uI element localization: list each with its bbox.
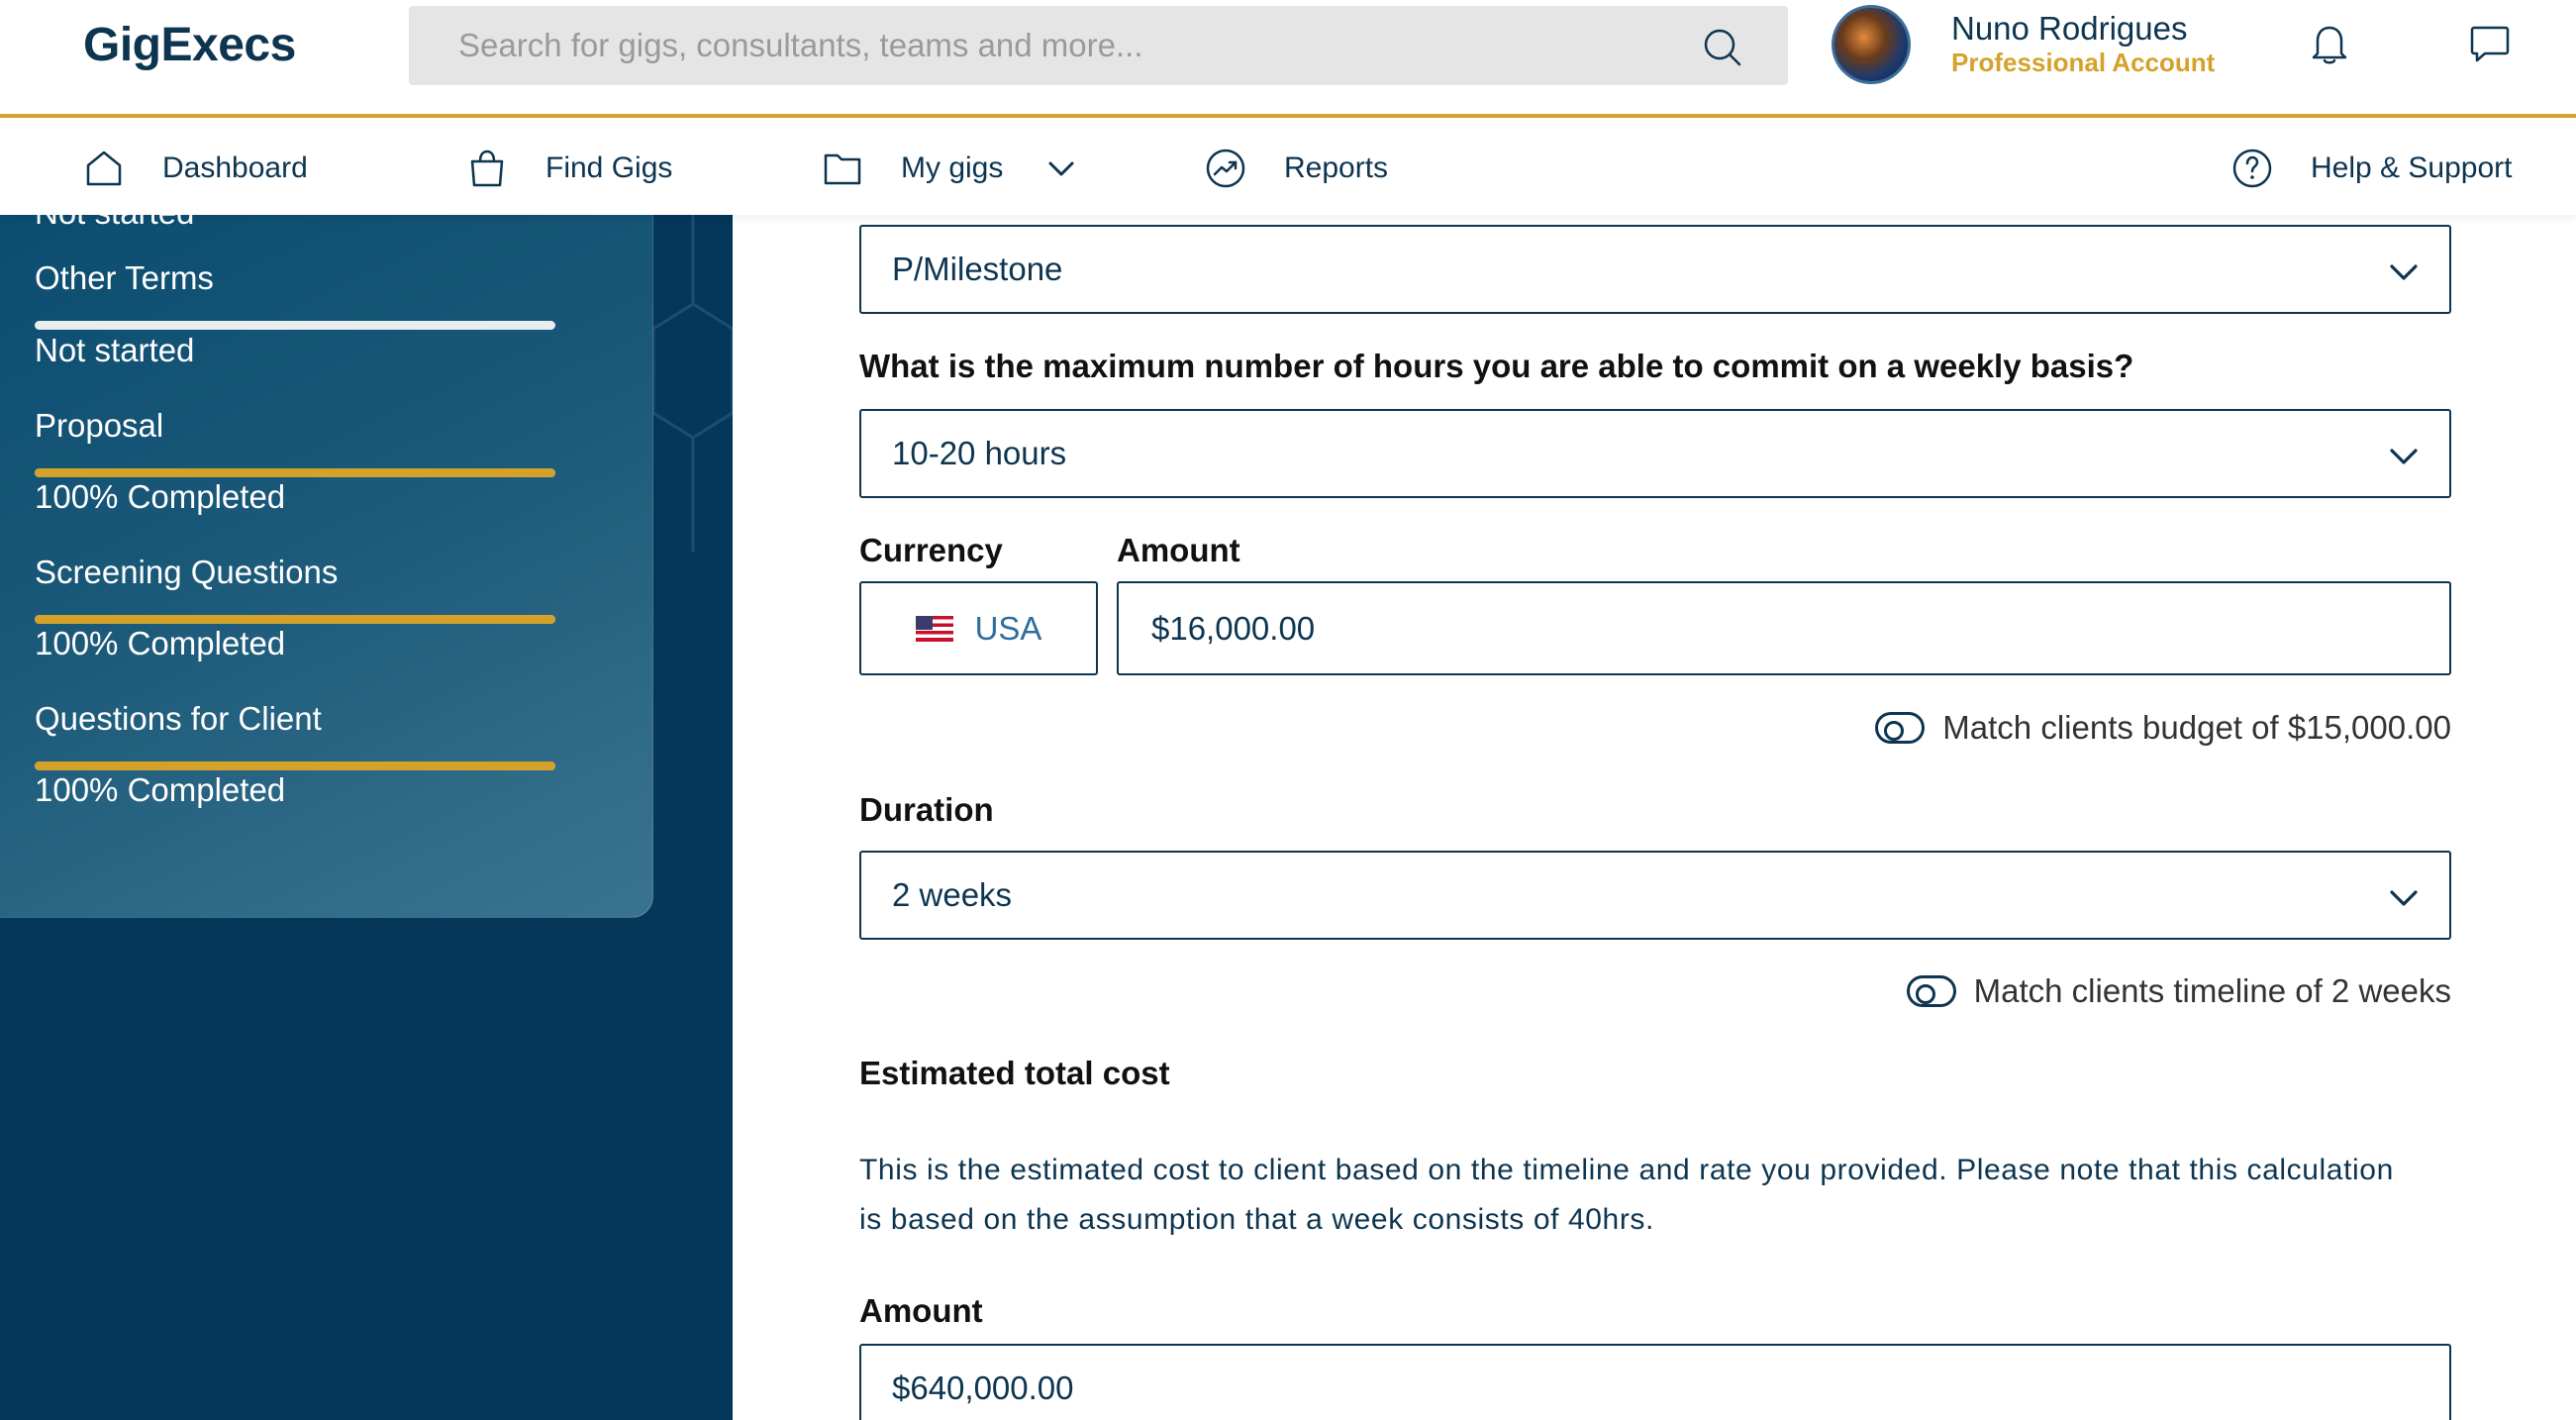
total-amount-value: $640,000.00 — [892, 1369, 1074, 1406]
progress-card: Not started Other Terms Not started Prop… — [0, 215, 653, 918]
step-title-questions-for-client[interactable]: Questions for Client — [35, 700, 322, 738]
step-status: 100% Completed — [35, 625, 286, 661]
home-icon — [86, 151, 122, 186]
currency-value: USA — [974, 609, 1042, 647]
progress-bar — [35, 615, 555, 624]
currency-label: Currency — [859, 532, 1003, 568]
trend-icon — [1206, 149, 1245, 188]
hours-select[interactable]: 10-20 hours — [859, 409, 2451, 498]
hours-value: 10-20 hours — [892, 435, 1067, 471]
step-status: Not started — [35, 215, 194, 232]
duration-select[interactable]: 2 weeks — [859, 851, 2451, 940]
nav-find-gigs[interactable]: Find Gigs — [466, 122, 672, 215]
proposal-form: P/Milestone What is the maximum number o… — [733, 215, 2576, 1420]
total-amount-label: Amount — [859, 1292, 983, 1329]
nav-dashboard[interactable]: Dashboard — [83, 122, 308, 215]
folder-icon — [824, 153, 861, 185]
amount-value: $16,000.00 — [1151, 609, 1316, 647]
app-logo[interactable]: GigExecs — [83, 18, 296, 72]
search-input[interactable] — [409, 6, 1788, 85]
step-title-screening-questions[interactable]: Screening Questions — [35, 554, 338, 591]
chevron-down-icon — [2390, 264, 2418, 280]
main-nav: Dashboard Find Gigs My gigs Reports Help — [0, 122, 2576, 215]
step-title-other-terms[interactable]: Other Terms — [35, 259, 214, 297]
sidebar: Not started Other Terms Not started Prop… — [0, 215, 733, 1420]
duration-value: 2 weeks — [892, 876, 1013, 913]
nav-dashboard-label: Dashboard — [162, 152, 308, 184]
hours-label: What is the maximum number of hours you … — [859, 348, 2134, 384]
amount-label: Amount — [1117, 532, 1240, 568]
search-bar[interactable] — [409, 6, 1788, 85]
total-amount-field[interactable]: $640,000.00 — [859, 1344, 2451, 1420]
bell-icon[interactable] — [2310, 22, 2349, 65]
avatar[interactable] — [1832, 5, 1911, 84]
payment-type-value: P/Milestone — [892, 251, 1063, 287]
user-name[interactable]: Nuno Rodrigues — [1951, 10, 2187, 48]
match-timeline-toggle-row[interactable]: Match clients timeline of 2 weeks — [1906, 972, 2451, 1010]
nav-help-support-label: Help & Support — [2311, 152, 2513, 184]
search-icon[interactable] — [1701, 26, 1742, 67]
currency-select[interactable]: USA — [859, 581, 1098, 675]
chat-icon[interactable] — [2469, 23, 2511, 64]
top-header: GigExecs Nuno Rodrigues Professional Acc… — [0, 0, 2576, 118]
step-title-proposal[interactable]: Proposal — [35, 407, 163, 445]
progress-bar — [35, 468, 555, 477]
estimated-cost-heading: Estimated total cost — [859, 1055, 1170, 1091]
us-flag-icon — [915, 615, 953, 642]
match-timeline-toggle[interactable] — [1906, 975, 1956, 1007]
payment-type-select[interactable]: P/Milestone — [859, 225, 2451, 314]
nav-reports-label: Reports — [1284, 152, 1389, 184]
nav-find-gigs-label: Find Gigs — [545, 152, 673, 184]
bag-icon — [470, 150, 504, 187]
amount-field[interactable]: $16,000.00 — [1117, 581, 2451, 675]
chevron-down-icon — [2390, 449, 2418, 464]
match-budget-toggle[interactable] — [1875, 712, 1926, 744]
user-role: Professional Account — [1951, 48, 2216, 77]
nav-my-gigs-label: My gigs — [901, 152, 1004, 184]
duration-label: Duration — [859, 791, 994, 828]
chevron-down-icon — [2390, 890, 2418, 906]
estimated-cost-description: This is the estimated cost to client bas… — [859, 1154, 2394, 1236]
step-status: 100% Completed — [35, 771, 286, 808]
match-timeline-label: Match clients timeline of 2 weeks — [1973, 972, 2451, 1009]
step-status: Not started — [35, 332, 195, 368]
match-budget-label: Match clients budget of $15,000.00 — [1942, 709, 2451, 746]
help-icon — [2232, 149, 2272, 188]
nav-help-support[interactable]: Help & Support — [2231, 122, 2512, 215]
progress-bar — [35, 321, 555, 330]
step-status: 100% Completed — [35, 478, 286, 515]
match-budget-toggle-row[interactable]: Match clients budget of $15,000.00 — [1875, 709, 2451, 747]
nav-my-gigs[interactable]: My gigs — [822, 122, 1076, 215]
progress-bar — [35, 761, 555, 770]
chevron-down-icon[interactable] — [1046, 153, 1076, 183]
nav-reports[interactable]: Reports — [1205, 122, 1388, 215]
